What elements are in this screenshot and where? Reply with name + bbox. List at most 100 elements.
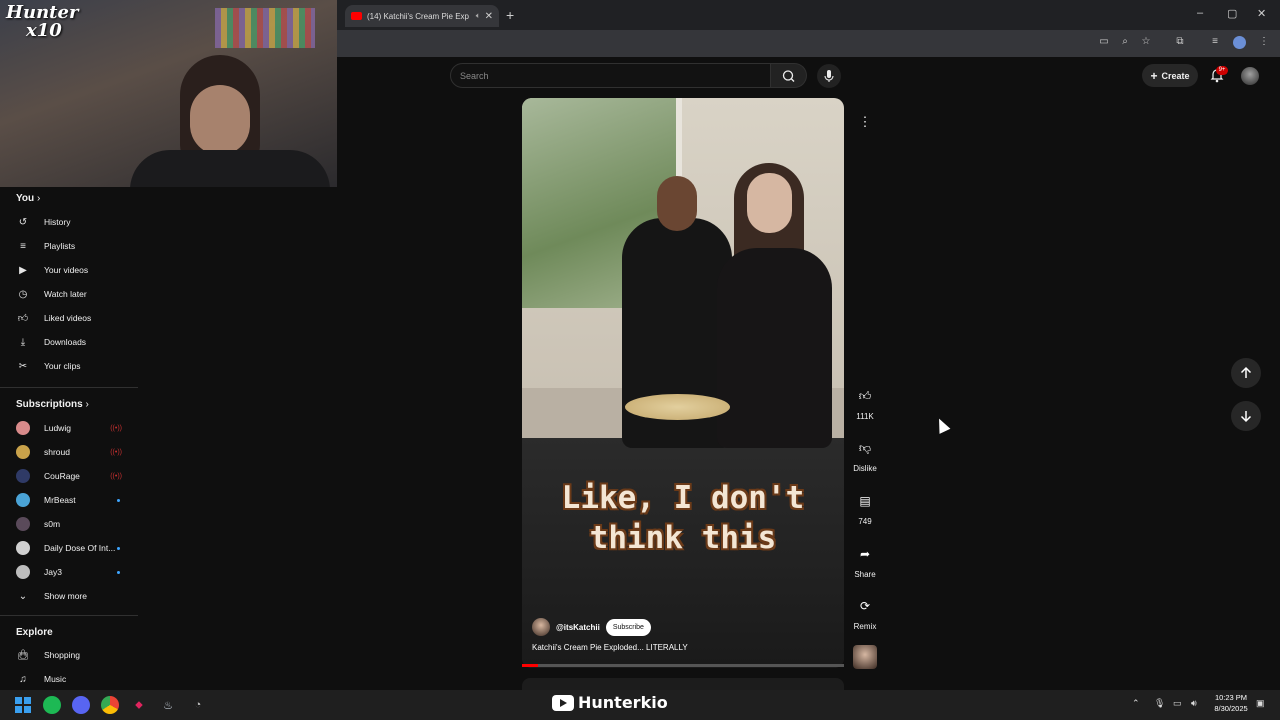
streamer-face	[190, 85, 250, 155]
sidebar-item-downloads[interactable]: ⤓ Downloads	[0, 330, 138, 354]
sidebar: You › ↺ History ≡ Playlists ▶ Your videos ◷…	[0, 187, 140, 690]
comment-count: 749	[858, 517, 872, 526]
sidebar-item-watch-later[interactable]: ◷ Watch later	[0, 282, 138, 306]
tray-chevron-up-icon[interactable]: ⌃	[1132, 698, 1140, 709]
gauge-app-icon[interactable]: ◔	[189, 696, 207, 714]
search-button[interactable]	[771, 63, 807, 88]
search-icon	[782, 70, 795, 82]
comment-icon: ▤	[859, 494, 871, 508]
next-short-button[interactable]	[1231, 401, 1261, 431]
channel-avatar	[16, 493, 30, 507]
previous-short-button[interactable]	[1231, 358, 1261, 388]
arrow-up-icon	[1240, 366, 1252, 378]
stream-logo-line2: x10	[26, 20, 62, 41]
clock-date: 8/30/2025	[1214, 704, 1248, 713]
watch-later-icon: ◷	[18, 288, 28, 300]
channel-avatar	[16, 469, 30, 483]
zoom-icon[interactable]: ⌕	[1118, 35, 1132, 49]
plus-icon: +	[1150, 68, 1158, 83]
sidebar-item-your-clips[interactable]: ✂ Your clips	[0, 354, 138, 378]
speaker-icon: 🔈︎	[475, 11, 481, 20]
comments-button[interactable]: ▤ 749	[846, 489, 884, 526]
sidebar-you-header[interactable]: You ›	[16, 193, 40, 204]
search-input[interactable]: Search	[450, 63, 771, 88]
spotify-icon[interactable]	[43, 696, 61, 714]
sidebar-item-your-videos[interactable]: ▶ Your videos	[0, 258, 138, 282]
windows-start-icon[interactable]	[14, 696, 32, 714]
microphone-icon	[824, 70, 834, 82]
live-indicator-icon: ((•))	[110, 424, 122, 432]
tray-network-icon[interactable]: ▭	[1173, 698, 1182, 709]
more-options-button[interactable]: ⋮	[853, 110, 877, 134]
caption-line: think this	[589, 520, 777, 556]
video-caption: Like, I don't think this	[522, 478, 844, 558]
voice-search-button[interactable]	[817, 64, 841, 88]
sidebar-item-ludwig[interactable]: Ludwig ((•))	[0, 416, 138, 440]
share-button[interactable]: ➦ Share	[846, 542, 884, 579]
download-icon: ⤓	[20, 336, 26, 348]
streamer-body	[130, 150, 330, 187]
webcam-overlay: Hunter x10	[0, 0, 337, 187]
sidebar-item-mrbeast[interactable]: MrBeast	[0, 488, 138, 512]
notification-center-icon[interactable]: ▣	[1256, 698, 1265, 709]
sidebar-item-shroud[interactable]: shroud ((•))	[0, 440, 138, 464]
sidebar-divider	[0, 387, 138, 388]
channel-avatar	[16, 517, 30, 531]
cast-icon[interactable]: ▭	[1097, 35, 1111, 49]
sidebar-item-shopping[interactable]: 👜︎ Shopping	[0, 643, 138, 667]
steam-icon[interactable]: ♨	[159, 696, 177, 714]
bookmark-star-icon[interactable]: ☆	[1139, 35, 1153, 49]
minimize-button[interactable]: –	[1197, 7, 1203, 19]
dislike-label: Dislike	[853, 464, 877, 473]
short-video-player[interactable]	[522, 98, 844, 668]
sidebar-divider	[0, 615, 138, 616]
history-icon: ↺	[18, 216, 28, 228]
sidebar-item-jay3[interactable]: Jay3	[0, 560, 138, 584]
channel-handle[interactable]: @itsKatchii	[556, 623, 600, 632]
sidebar-item-courage[interactable]: CouRage ((•))	[0, 464, 138, 488]
sidebar-explore-header: Explore	[16, 627, 53, 638]
sidebar-item-liked-videos[interactable]: 👍︎ Liked videos	[0, 306, 138, 330]
like-button[interactable]: 👍︎ 111K	[846, 384, 884, 422]
chrome-icon[interactable]	[101, 696, 119, 714]
maximize-button[interactable]: ▢	[1227, 7, 1237, 20]
progress-bar[interactable]	[522, 664, 844, 667]
account-avatar[interactable]	[1241, 67, 1259, 85]
channel-avatar[interactable]	[532, 618, 550, 636]
taskbar-clock[interactable]: 10:23 PM 8/30/2025	[1208, 692, 1254, 714]
shopping-bag-icon: 👜︎	[16, 649, 30, 661]
show-more-button[interactable]: ⌄ Show more	[0, 584, 138, 608]
browser-profile-icon[interactable]	[1233, 36, 1246, 49]
tray-mic-icon[interactable]: 🎙︎	[1154, 698, 1165, 709]
media-control-icon[interactable]: ≡	[1208, 35, 1222, 49]
thumb-down-icon: 👎︎	[858, 440, 872, 455]
create-button[interactable]: + Create	[1142, 64, 1198, 87]
sidebar-subscriptions-header[interactable]: Subscriptions ›	[16, 399, 89, 410]
your-videos-icon: ▶	[19, 264, 27, 276]
more-vertical-icon: ⋮	[858, 114, 872, 129]
mouse-cursor-icon	[933, 416, 951, 434]
tray-speaker-icon[interactable]: 🔊︎	[1191, 698, 1197, 709]
subscribe-button[interactable]: Subscribe	[605, 618, 651, 636]
sound-source-thumbnail[interactable]	[853, 645, 877, 669]
pin-app-icon[interactable]: ⬥	[130, 696, 148, 714]
discord-icon[interactable]	[72, 696, 90, 714]
tab-close-icon[interactable]: ✕	[485, 11, 493, 22]
browser-menu-icon[interactable]: ⋮	[1257, 35, 1271, 49]
live-indicator-icon: ((•))	[110, 472, 122, 480]
sidebar-item-playlists[interactable]: ≡ Playlists	[0, 234, 138, 258]
sidebar-item-music[interactable]: ♫ Music	[0, 667, 138, 691]
browser-tab[interactable]: (14) Katchii's Cream Pie Exp 🔈︎ ✕	[345, 5, 499, 27]
remix-label: Remix	[853, 622, 877, 631]
clock-time: 10:23 PM	[1214, 693, 1248, 702]
sidebar-item-s0m[interactable]: s0m	[0, 512, 138, 536]
dislike-button[interactable]: 👎︎ Dislike	[846, 436, 884, 474]
sidebar-item-history[interactable]: ↺ History	[0, 210, 138, 234]
watermark-text: Hunterkio	[578, 693, 668, 712]
close-window-button[interactable]: ✕	[1257, 7, 1266, 20]
new-tab-button[interactable]: +	[506, 7, 514, 23]
remix-button[interactable]: ⟳ Remix	[846, 594, 884, 631]
sidebar-item-daily-dose[interactable]: Daily Dose Of Int...	[0, 536, 138, 560]
extensions-icon[interactable]: ⧉	[1173, 35, 1187, 49]
short-title[interactable]: Katchii's Cream Pie Exploded... LITERALL…	[532, 643, 688, 652]
